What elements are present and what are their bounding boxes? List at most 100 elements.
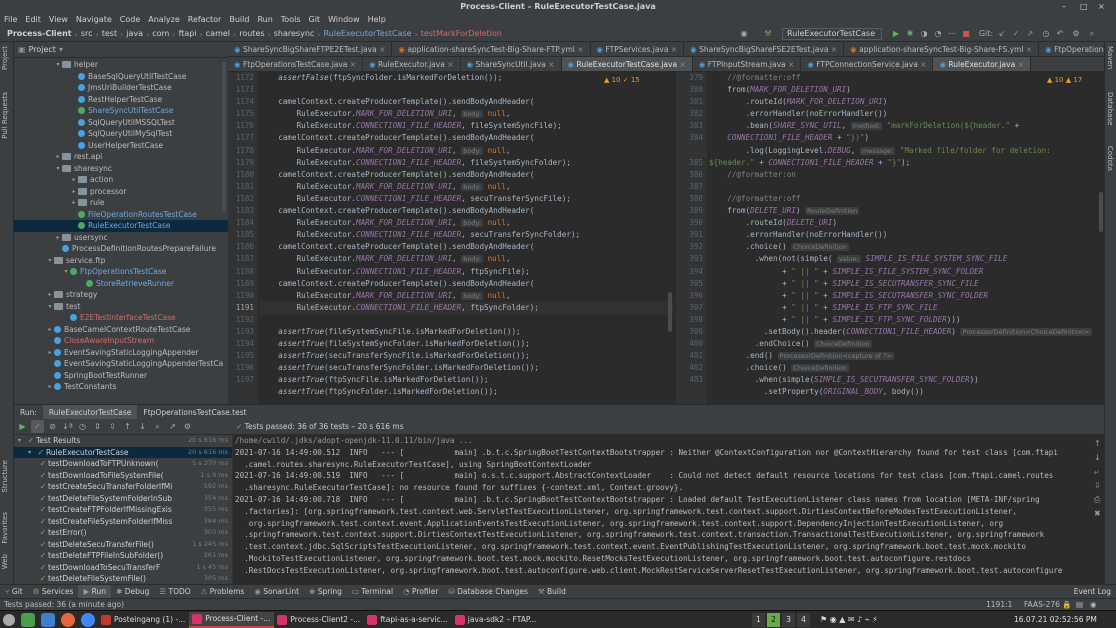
menu-code[interactable]: Code	[116, 13, 144, 26]
terminal-icon[interactable]	[41, 612, 55, 627]
test-result-row[interactable]: ✓ testDeleteFTPFileInSubFolder() 261 ms	[14, 550, 232, 562]
close-button[interactable]: ×	[1098, 0, 1105, 13]
project-file[interactable]: E2ETestInterfaceTestCase	[14, 312, 228, 324]
project-tool-button[interactable]: Project	[1, 46, 9, 70]
build-hammer-icon[interactable]: ⚒	[762, 28, 774, 40]
prev-failed-icon[interactable]: ↑	[121, 420, 134, 433]
chevron-down-icon[interactable]: ▾	[28, 447, 36, 459]
trash-icon[interactable]: ✖	[1094, 509, 1101, 518]
down-arrow-icon[interactable]: ↓	[1094, 453, 1101, 462]
taskbar-task[interactable]: Process-Client2 -...	[274, 612, 364, 628]
next-failed-icon[interactable]: ↓	[136, 420, 149, 433]
project-file[interactable]: CloseAwareInputStream	[14, 335, 228, 347]
project-file[interactable]: ▸ TestConstants	[14, 381, 228, 393]
project-file[interactable]: FileOperationRoutesTestCase	[14, 209, 228, 221]
chevron-down-icon[interactable]: ▾	[54, 163, 62, 175]
test-result-row[interactable]: ✓ testDownloadToFTPUnknown(5 s 370 ms	[14, 458, 232, 470]
close-icon[interactable]: ×	[575, 45, 583, 54]
menu-help[interactable]: Help	[364, 13, 390, 26]
test-result-row[interactable]: ▾ ✓ Test Results 20 s 616 ms	[14, 435, 232, 447]
project-folder[interactable]: ▸ usersync	[14, 232, 228, 244]
print-icon[interactable]: ⎙	[1094, 495, 1100, 505]
editor-right-code[interactable]: //@formatter:off from(MARK_FOR_DELETION_…	[709, 72, 1104, 399]
editor-left-code[interactable]: assertFalse(ftpSyncFolder.isMarkedForDel…	[260, 72, 674, 399]
chevron-down-icon[interactable]: ▾	[59, 42, 63, 58]
debug-icon[interactable]: ✱	[904, 28, 916, 40]
close-icon[interactable]: ×	[918, 60, 926, 69]
workspace-4[interactable]: 4	[797, 612, 810, 627]
menu-run[interactable]: Run	[253, 13, 276, 26]
editor-tab-row2-6[interactable]: ◉ RuleExecutor.java ×	[933, 57, 1031, 71]
start-menu-icon[interactable]	[3, 613, 15, 626]
run-icon[interactable]: ▶	[890, 28, 902, 40]
menu-window[interactable]: Window	[324, 13, 364, 26]
maven-tool-button[interactable]: Maven	[1106, 46, 1114, 69]
chevron-down-icon[interactable]: ▾	[46, 255, 54, 267]
breadcrumb-sharesync[interactable]: sharesync	[271, 26, 318, 42]
project-file[interactable]: UserHelperTestCase	[14, 140, 228, 152]
menu-tools[interactable]: Tools	[277, 13, 305, 26]
project-folder[interactable]: ▾ sharesync	[14, 163, 228, 175]
close-icon[interactable]: ×	[829, 45, 837, 54]
breadcrumb-java[interactable]: java	[123, 26, 146, 42]
chevron-right-icon[interactable]: ▸	[54, 232, 62, 244]
test-result-row[interactable]: ✓ testDownloadToSecuTransferF 1 s 45 ms	[14, 562, 232, 574]
project-folder[interactable]: ▾ service.ftp	[14, 255, 228, 267]
project-scrollbar[interactable]	[222, 62, 226, 212]
project-folder[interactable]: ▾ test	[14, 301, 228, 313]
breadcrumb-camel[interactable]: camel	[203, 26, 233, 42]
up-arrow-icon[interactable]: ↑	[1094, 439, 1101, 448]
event-log-button[interactable]: Event Log	[1069, 585, 1116, 599]
breadcrumb-ftapi[interactable]: ftapi	[176, 26, 200, 42]
breadcrumb-routes[interactable]: routes	[236, 26, 267, 42]
close-icon[interactable]: ×	[786, 60, 794, 69]
close-icon[interactable]: ×	[1023, 45, 1032, 54]
collapse-all-icon[interactable]: ⇳	[106, 420, 119, 433]
editor-tab-row2-2[interactable]: ◉ ShareSyncUtil.java ×	[461, 57, 562, 71]
structure-tool-button[interactable]: Structure	[1, 460, 9, 493]
chevron-right-icon[interactable]: ▸	[70, 197, 78, 209]
project-file[interactable]: SqlQueryUtilMySqlTest	[14, 128, 228, 140]
tool-tab-problems[interactable]: ⚠ Problems	[196, 585, 250, 599]
project-folder[interactable]: ▾ helper	[14, 59, 228, 71]
breadcrumb-src[interactable]: src	[78, 26, 96, 42]
editor-tab-row2-0[interactable]: ◉ FtpOperationsTestCase.java ×	[228, 57, 364, 71]
wrap-icon[interactable]: ⤶	[1094, 467, 1098, 477]
chrome-icon[interactable]	[81, 612, 95, 627]
editor-right[interactable]: 379 380 381 382 383 384 385 386 387 388 389 390 391 3…	[676, 72, 1104, 404]
close-icon[interactable]: ×	[347, 60, 356, 69]
editor-tab-row2-1[interactable]: ◉ RuleExecutor.java ×	[363, 57, 461, 71]
project-folder[interactable]: ▸ rule	[14, 197, 228, 209]
tool-tab-sonarlint[interactable]: ◉ SonarLint	[249, 585, 304, 599]
sort-alpha-icon[interactable]: ↓ª	[61, 420, 74, 433]
close-icon[interactable]: ×	[1015, 60, 1024, 69]
close-icon[interactable]: ×	[377, 45, 385, 54]
tool-tab-git[interactable]: ⑂ Git	[0, 585, 28, 599]
project-file[interactable]: BaseSqlQueryUtilTestCase	[14, 71, 228, 83]
web-tool-button[interactable]: Web	[1, 554, 9, 569]
user-icon[interactable]: ◉	[738, 28, 750, 40]
menu-view[interactable]: View	[45, 13, 72, 26]
chevron-right-icon[interactable]: ▸	[46, 381, 54, 393]
chevron-right-icon[interactable]: ▸	[46, 289, 54, 301]
tool-tab-run[interactable]: ▶ Run	[78, 584, 112, 599]
chevron-down-icon[interactable]: ▾	[54, 59, 62, 71]
project-folder[interactable]: ▸ processor	[14, 186, 228, 198]
editor-left-inspection-widget[interactable]: ▲ 10 ✓ 15	[604, 76, 640, 84]
tool-tab-profiler[interactable]: ◔ Profiler	[398, 585, 443, 599]
pull-requests-tool-button[interactable]: Pull Requests	[1, 92, 9, 139]
run-configuration-select[interactable]: RuleExecutorTestCase	[782, 28, 882, 40]
show-passed-icon[interactable]: ✓	[31, 420, 44, 433]
close-icon[interactable]: ×	[677, 60, 685, 69]
editor-tab-row1-0[interactable]: ◉ ShareSyncBigShareFTPE2ETest.java ×	[228, 42, 393, 56]
file-manager-icon[interactable]	[21, 612, 35, 627]
project-file[interactable]: ▸ BaseCamelContextRouteTestCase	[14, 324, 228, 336]
editor-left-scrollbar[interactable]	[668, 292, 672, 332]
test-result-row[interactable]: ✓ testError() 303 ms	[14, 527, 232, 539]
project-file[interactable]: RestHelperTestCase	[14, 94, 228, 106]
project-file[interactable]: ▾ FtpOperationsTestCase	[14, 266, 228, 278]
breadcrumb-test[interactable]: test	[99, 26, 120, 42]
test-result-row[interactable]: ✓ testCreateFTPFolderIfMissingExis 355 ms	[14, 504, 232, 516]
tool-tab-database-changes[interactable]: ⛁ Database Changes	[443, 585, 532, 599]
editor-tab-row1-2[interactable]: ◉ FTPServices.java ×	[591, 42, 685, 56]
